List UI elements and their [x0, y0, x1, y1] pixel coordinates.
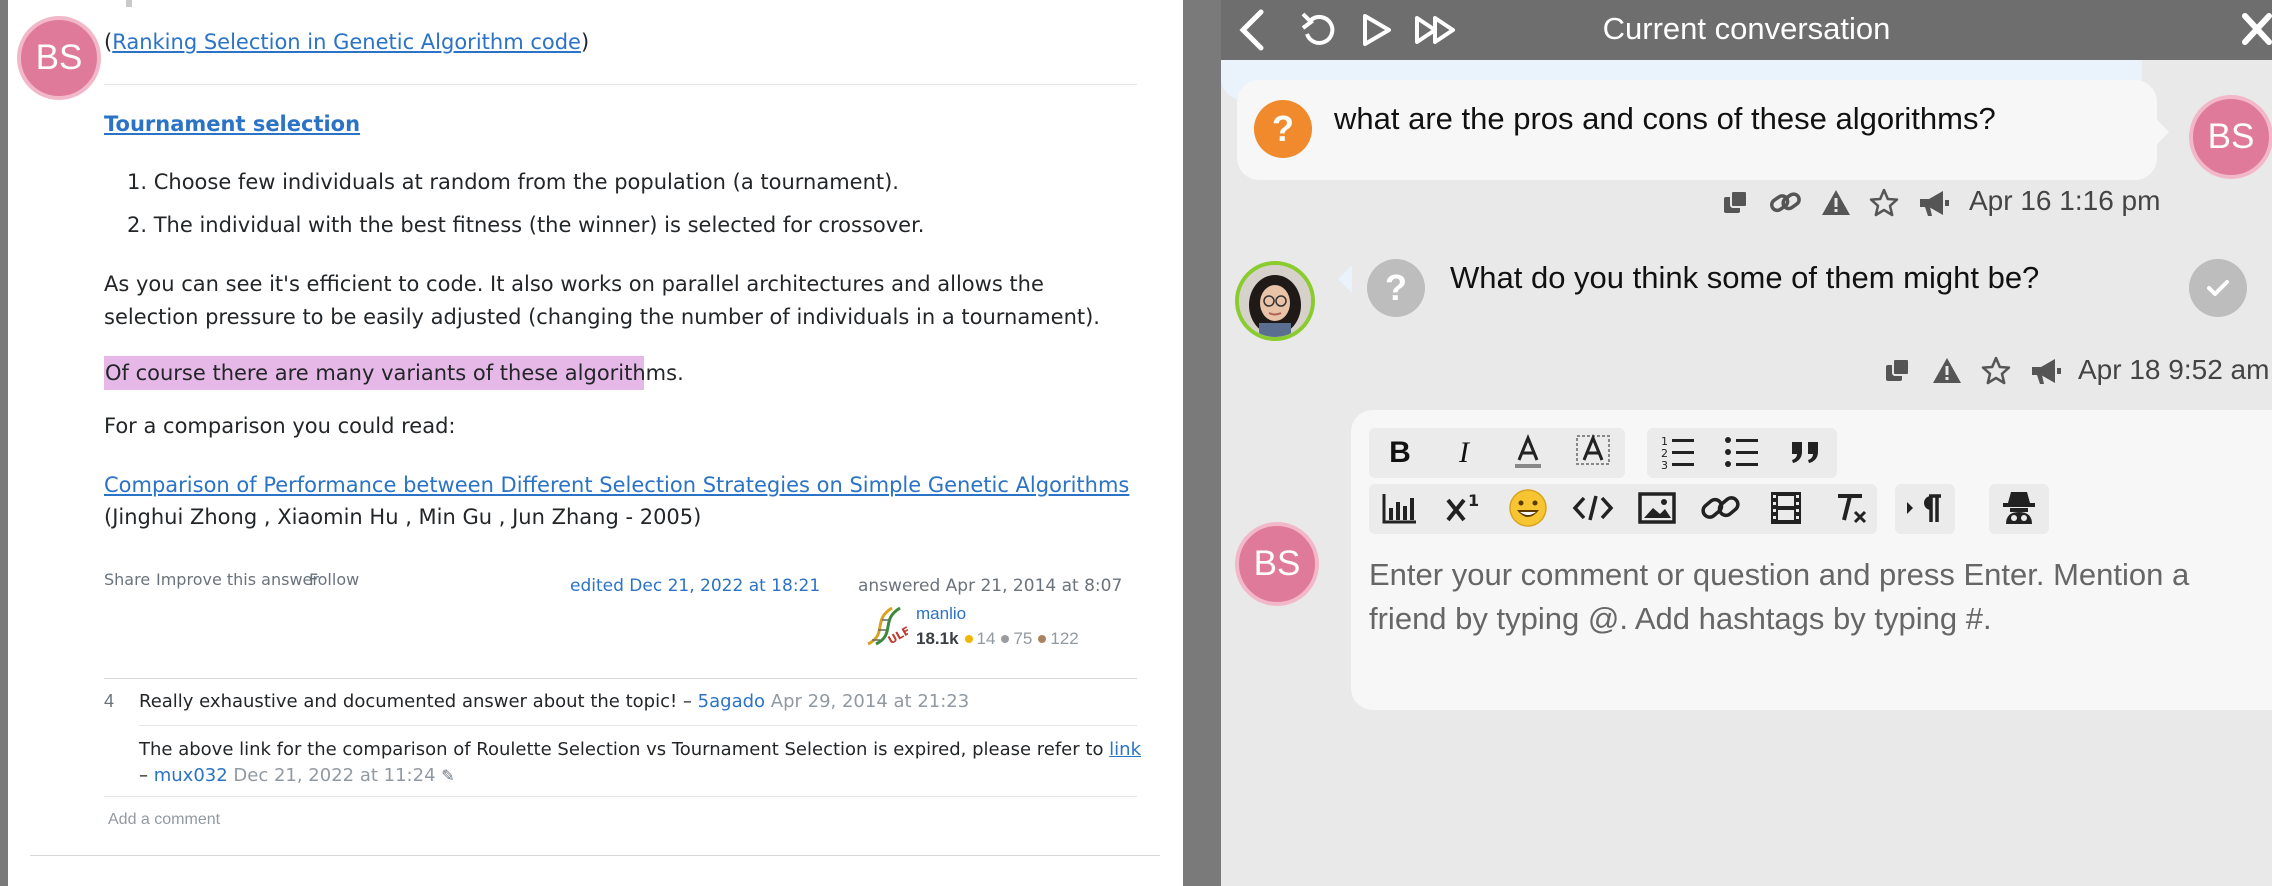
bronze-count: 122: [1050, 629, 1079, 648]
reputation-score: 18.1k: [916, 629, 959, 648]
svg-text:1: 1: [1468, 491, 1479, 510]
pane-divider[interactable]: [1183, 0, 1221, 886]
message-timestamp: Apr 18 9:52 am: [2078, 354, 2270, 385]
warning-icon[interactable]: [1931, 355, 1963, 393]
user-reputation: 18.1k 14 75 122: [916, 629, 1079, 649]
bubble-tail: [2155, 118, 2169, 146]
comment: Really exhaustive and documented answer …: [139, 691, 969, 712]
paragraph: As you can see it's efficient to code. I…: [104, 272, 1100, 329]
share-link[interactable]: Share: [104, 570, 150, 589]
italic-icon[interactable]: I: [1442, 435, 1486, 471]
divider: [30, 855, 1160, 856]
comment-author-link[interactable]: 5agado: [698, 691, 765, 712]
answered-date: answered Apr 21, 2014 at 8:07: [858, 576, 1123, 596]
text-color-icon[interactable]: [1506, 430, 1550, 483]
highlighted-sentence: Of course there are many variants of the…: [104, 356, 684, 390]
incognito-icon[interactable]: [1997, 486, 2041, 539]
link-icon[interactable]: [1699, 486, 1743, 539]
check-icon[interactable]: [2189, 259, 2247, 317]
question-icon: ?: [1367, 259, 1425, 317]
add-comment-link[interactable]: Add a comment: [108, 811, 220, 829]
comment-input-placeholder[interactable]: Enter your comment or question and press…: [1369, 553, 2249, 641]
ranking-reference: (Ranking Selection in Genetic Algorithm …: [104, 30, 590, 54]
conversation-pane: Current conversation ? what are the pros…: [1221, 0, 2272, 886]
bubble-tail: [1338, 265, 1352, 293]
divider: [104, 796, 1137, 797]
list-item-text: Choose few individuals at random from th…: [153, 170, 899, 194]
paragraph: For a comparison you could read:: [104, 414, 456, 438]
blockquote-icon[interactable]: [1784, 430, 1828, 483]
play-icon[interactable]: [1359, 8, 1395, 60]
user-avatar[interactable]: BS: [2189, 95, 2272, 179]
bullet-list-icon[interactable]: [1720, 430, 1764, 483]
follow-link[interactable]: Follow: [309, 570, 359, 589]
comment: The above link for the comparison of Rou…: [139, 737, 1141, 789]
edited-link[interactable]: edited Dec 21, 2022 at 18:21: [570, 576, 820, 596]
comment-text: Really exhaustive and documented answer …: [139, 691, 698, 712]
link-icon[interactable]: [1769, 187, 1803, 225]
comment-link[interactable]: link: [1109, 739, 1141, 760]
emoji-icon[interactable]: [1506, 486, 1550, 539]
chart-icon[interactable]: [1378, 486, 1422, 539]
list-item: 2. The individual with the best fitness …: [127, 213, 925, 237]
comment-author-link[interactable]: mux032: [154, 765, 228, 786]
comment-dash: –: [139, 765, 154, 786]
reference-authors: (Jinghui Zhong , Xiaomin Hu , Min Gu , J…: [104, 505, 702, 529]
paragraph-direction-icon[interactable]: [1903, 486, 1947, 539]
star-icon[interactable]: [1868, 187, 1900, 225]
edit-pencil-icon: ✎: [441, 766, 455, 785]
dna-avatar-icon[interactable]: ULE: [858, 600, 913, 650]
message-timestamp: Apr 16 1:16 pm: [1969, 185, 2161, 216]
megaphone-icon[interactable]: [1917, 187, 1951, 225]
conversation-header: Current conversation: [1221, 0, 2272, 60]
image-icon[interactable]: [1635, 486, 1679, 539]
back-icon[interactable]: [1235, 8, 1269, 60]
bronze-badge-icon: [1038, 635, 1047, 643]
comparison-link[interactable]: Comparison of Performance between Differ…: [104, 473, 1129, 497]
user-avatar[interactable]: BS: [1235, 522, 1319, 606]
comment-text: The above link for the comparison of Rou…: [139, 739, 1110, 760]
answer-pane: BS (Ranking Selection in Genetic Algorit…: [0, 0, 1183, 886]
improve-answer-link[interactable]: Improve this answer: [156, 570, 319, 589]
numbered-list-icon[interactable]: 123: [1656, 430, 1700, 483]
divider: [139, 725, 1137, 726]
scroll-marker: [126, 0, 132, 7]
silver-count: 75: [1013, 629, 1033, 648]
svg-text:3: 3: [1661, 459, 1668, 472]
bold-icon[interactable]: B: [1378, 435, 1422, 471]
background-color-icon[interactable]: [1571, 430, 1615, 483]
message-text: What do you think some of them might be?: [1450, 260, 2040, 295]
gold-count: 14: [976, 629, 996, 648]
undo-icon[interactable]: [1299, 8, 1339, 60]
copy-icon[interactable]: [1882, 355, 1914, 393]
code-icon[interactable]: [1571, 486, 1615, 539]
user-name-link[interactable]: manlio: [916, 604, 966, 624]
comment-date: Apr 29, 2014 at 21:23: [765, 691, 970, 712]
left-border: [0, 0, 8, 886]
video-icon[interactable]: [1764, 486, 1808, 539]
close-icon[interactable]: [2239, 8, 2272, 60]
copy-icon[interactable]: [1720, 187, 1752, 225]
comment-score: 4: [104, 691, 115, 711]
megaphone-icon[interactable]: [2029, 355, 2063, 393]
star-icon[interactable]: [1980, 355, 2012, 393]
profile-photo-avatar[interactable]: [1235, 261, 1315, 341]
superscript-icon[interactable]: 1: [1442, 486, 1486, 539]
question-icon: ?: [1254, 100, 1312, 158]
user-avatar[interactable]: BS: [17, 16, 101, 100]
divider: [104, 678, 1137, 679]
ranking-link[interactable]: Ranking Selection in Genetic Algorithm c…: [112, 30, 581, 54]
list-item-text: The individual with the best fitness (th…: [153, 213, 925, 237]
divider: [104, 84, 1137, 85]
silver-badge-icon: [1001, 635, 1010, 643]
list-item: 1. Choose few individuals at random from…: [127, 170, 899, 194]
gold-badge-icon: [964, 635, 973, 643]
fast-forward-icon[interactable]: [1413, 8, 1459, 60]
clear-format-icon[interactable]: [1828, 486, 1872, 539]
comment-date: Dec 21, 2022 at 11:24: [227, 765, 436, 786]
paragraph-reference: Comparison of Performance between Differ…: [104, 469, 1144, 533]
tournament-heading-link[interactable]: Tournament selection: [104, 112, 360, 136]
warning-icon[interactable]: [1820, 187, 1852, 225]
message-text: what are the pros and cons of these algo…: [1334, 101, 1996, 136]
